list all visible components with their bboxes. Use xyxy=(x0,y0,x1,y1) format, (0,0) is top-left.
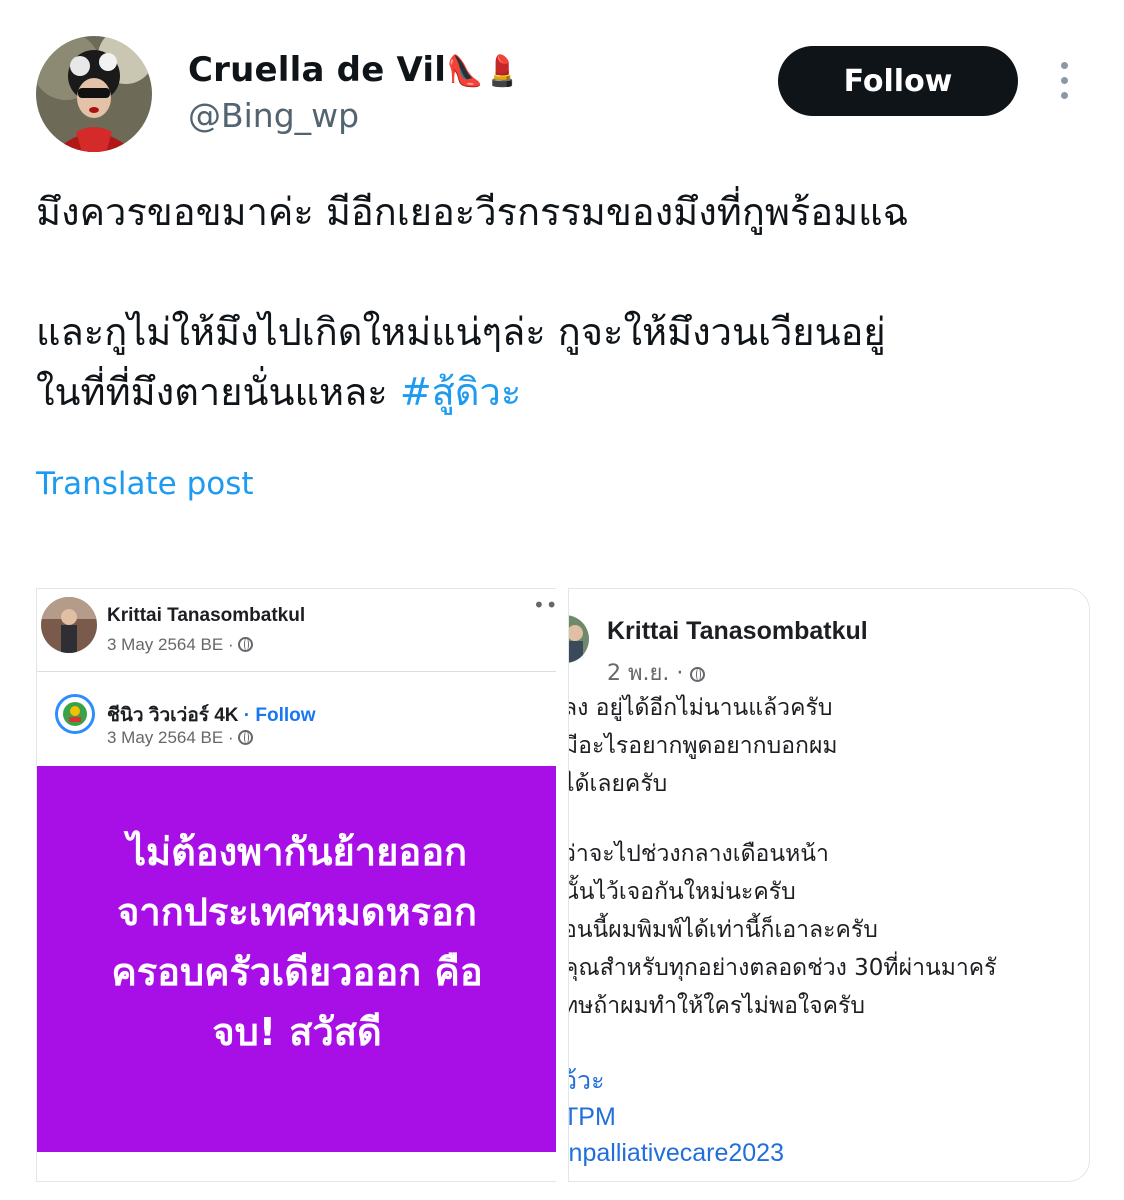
post-line: อนนี้ผมพิมพ์ได้เท่านี้ก็เอาละครับ xyxy=(568,917,878,943)
fb-post-date-text: 3 May 2564 BE · xyxy=(107,635,234,654)
shared-post-date-text: 3 May 2564 BE · xyxy=(107,728,234,747)
globe-icon xyxy=(238,637,254,652)
post-line: ว่าจะไปช่วงกลางเดือนหน้า xyxy=(568,841,829,867)
globe-icon xyxy=(690,667,706,682)
post-line: นั้นไว้เจอกันใหม่นะครับ xyxy=(568,879,796,905)
fb-shared-post: ชีนิว วิวเว่อร์ 4K · Follow 3 May 2564 B… xyxy=(37,671,556,1181)
shared-post-date: 3 May 2564 BE · xyxy=(107,728,254,748)
author-handle[interactable]: @Bing_wp xyxy=(188,96,521,135)
quote-line: จบ! สวัสดี xyxy=(212,1010,382,1054)
post-tag: inpalliativecare2023 xyxy=(568,1139,784,1167)
media-image-2[interactable]: Krittai Tanasombatkul 2 พ.ย. · ลง อยู่ได… xyxy=(568,588,1090,1182)
more-options-icon[interactable] xyxy=(1058,62,1070,102)
tweet-header: Cruella de Vil👠💄 @Bing_wp Follow xyxy=(36,36,1088,156)
page-logo-icon xyxy=(55,694,95,734)
quote-line: ครอบครัวเดียวออก คือ xyxy=(111,950,483,994)
translate-post-link[interactable]: Translate post xyxy=(36,466,254,502)
post-line: ลง อยู่ได้อีกไม่นานแล้วครับ xyxy=(568,695,833,721)
fb-shared-header: ชีนิว วิวเว่อร์ 4K · Follow 3 May 2564 B… xyxy=(37,672,556,766)
post-line: ทษถ้าผมทำให้ใครไม่พอใจครับ xyxy=(568,993,865,1019)
post-tag: TPM xyxy=(568,1103,616,1131)
tweet-line-3-text: ในที่ที่มึงตายนั่นแหละ xyxy=(36,370,388,414)
post-tag: ว้วะ xyxy=(569,1067,605,1095)
fb-post-tags: ว้วะ TPM inpalliativecare2023 xyxy=(568,1063,784,1171)
follow-button[interactable]: Follow xyxy=(778,46,1018,116)
fb-author-avatar xyxy=(41,597,97,653)
shared-follow-link: · Follow xyxy=(243,705,316,726)
fb-author-avatar xyxy=(569,615,589,663)
globe-icon xyxy=(238,730,254,745)
fb-post-date-text: 2 พ.ย. · xyxy=(607,661,684,686)
tweet-line-2: และกูไม่ให้มึงไปเกิดใหม่แน่ๆล่ะ กูจะให้ม… xyxy=(36,310,886,354)
post-line: ได้เลยครับ xyxy=(568,771,668,797)
media-image-1[interactable]: Krittai Tanasombatkul 3 May 2564 BE · ••… xyxy=(36,588,556,1182)
fb-post-date: 3 May 2564 BE · xyxy=(107,635,254,655)
tweet-text: มึงควรขอขมาค่ะ มีอีกเยอะวีรกรรมของมึงที่… xyxy=(36,182,1096,422)
quote-line: จากประเทศหมดหรอก xyxy=(117,890,477,934)
name-emojis: 👠💄 xyxy=(446,54,522,89)
fb-author-name: Krittai Tanasombatkul xyxy=(107,605,306,626)
author-display-name[interactable]: Cruella de Vil👠💄 xyxy=(188,50,521,90)
shared-page-name: ชีนิว วิวเว่อร์ 4K · Follow xyxy=(107,700,316,730)
tweet-line-3: ในที่ที่มึงตายนั่นแหละ #สู้ดิวะ xyxy=(36,362,1096,422)
fb-post-date: 2 พ.ย. · xyxy=(607,655,706,690)
tweet-media: Krittai Tanasombatkul 3 May 2564 BE · ••… xyxy=(36,588,1090,1182)
fb-more-icon: ••• xyxy=(533,593,556,617)
purple-quote-card: ไม่ต้องพากันย้ายออก จากประเทศหมดหรอก ครอ… xyxy=(37,766,556,1152)
post-line: คุณสำหรับทุกอย่างตลอดช่วง 30ที่ผ่านมาครั xyxy=(568,955,997,981)
fb-post-header: Krittai Tanasombatkul 3 May 2564 BE · ••… xyxy=(37,589,556,671)
quote-text: ไม่ต้องพากันย้ายออก จากประเทศหมดหรอก ครอ… xyxy=(91,822,502,1062)
shared-page-name-text: ชีนิว วิวเว่อร์ 4K xyxy=(107,705,239,726)
tweet-line-1: มึงควรขอขมาค่ะ มีอีกเยอะวีรกรรมของมึงที่… xyxy=(36,190,909,234)
hashtag-link[interactable]: #สู้ดิวะ xyxy=(400,370,521,414)
quote-line: ไม่ต้องพากันย้ายออก xyxy=(126,830,468,874)
fb-post-body: ลง อยู่ได้อีกไม่นานแล้วครับ มีอะไรอยากพู… xyxy=(568,689,1089,1025)
post-line: มีอะไรอยากพูดอยากบอกผม xyxy=(568,733,838,759)
author-avatar[interactable] xyxy=(36,36,152,152)
fb-author-name: Krittai Tanasombatkul xyxy=(607,617,868,645)
display-name-text: Cruella de Vil xyxy=(188,50,447,90)
